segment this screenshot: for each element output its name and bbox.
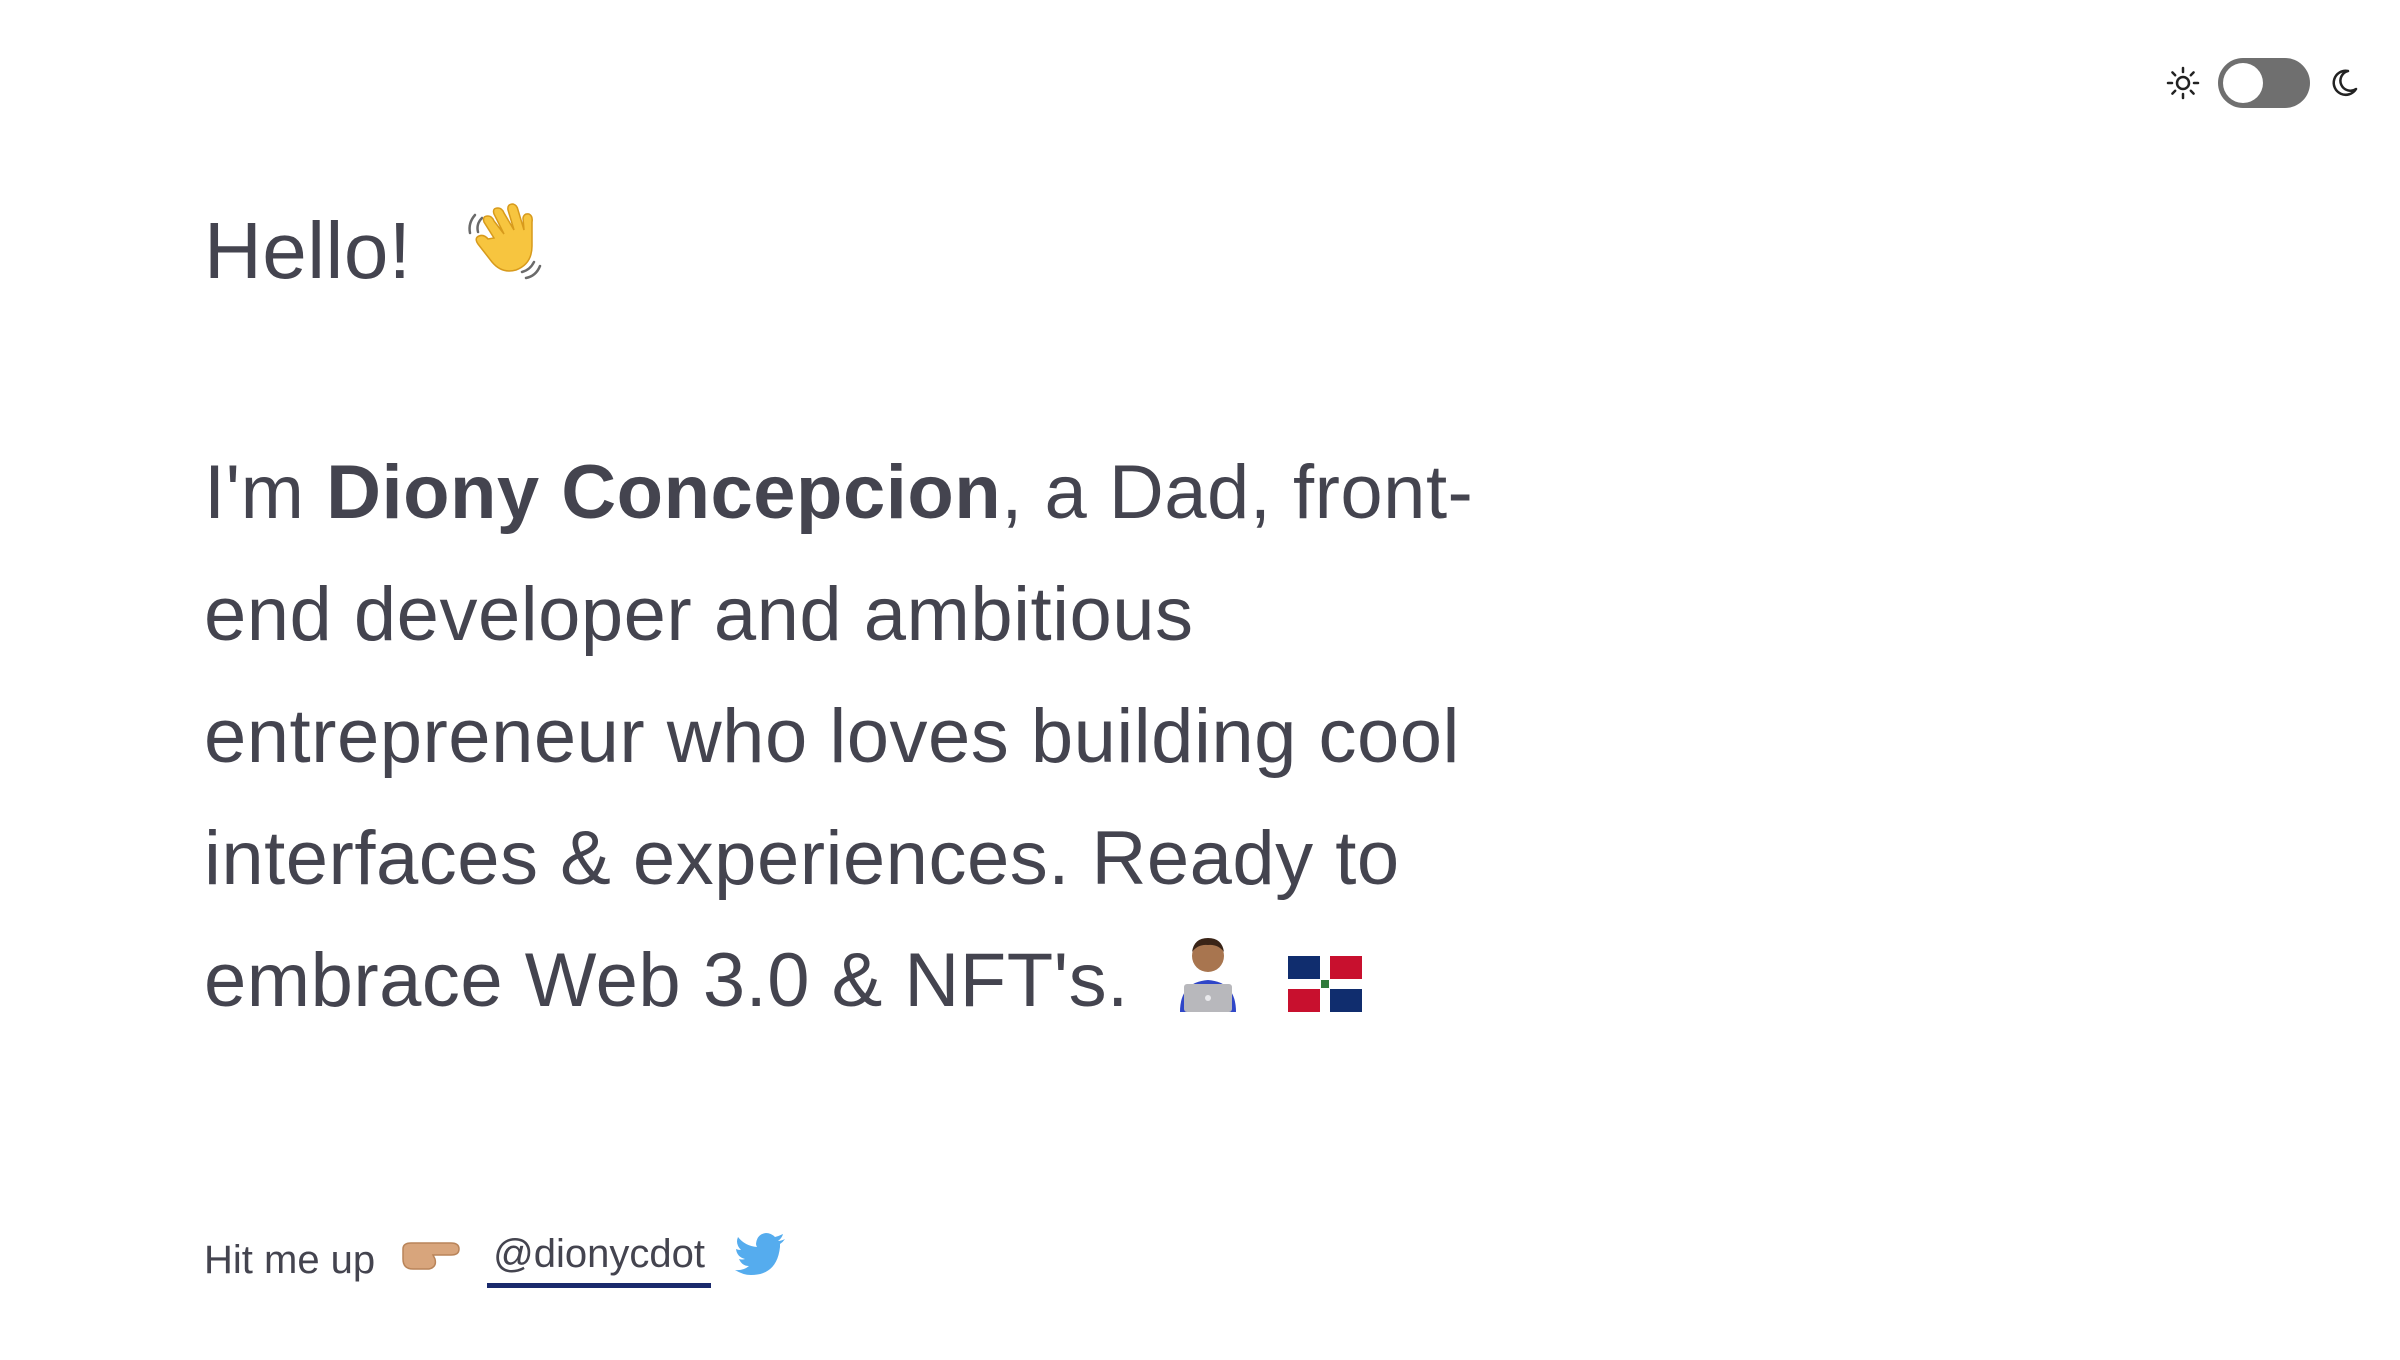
greeting-text: Hello! [204, 206, 412, 295]
contact-label: Hit me up [204, 1237, 376, 1282]
bio-name: Diony Concepcion [326, 450, 1002, 535]
twitter-handle-link[interactable]: @dionycdot [487, 1232, 712, 1288]
twitter-bird-icon[interactable] [735, 1233, 787, 1287]
bio-paragraph: I'm Diony Concepcion, a Dad, front- end … [204, 432, 1604, 1048]
moon-icon [2328, 67, 2360, 99]
theme-toggle[interactable] [2166, 58, 2360, 108]
waving-hand-emoji [464, 196, 550, 295]
bio-line-4: interfaces & experiences. Ready to [204, 816, 1400, 901]
theme-switch[interactable] [2218, 58, 2310, 108]
bio-line5-text: embrace Web 3.0 & NFT's. [204, 938, 1129, 1023]
bio-line-2: end developer and ambitious [204, 572, 1194, 657]
bio-line-1: I'm Diony Concepcion, a Dad, front- [204, 432, 1604, 554]
theme-switch-knob [2223, 63, 2263, 103]
bio-line1-rest: , a Dad, front- [1001, 450, 1474, 535]
bio-line-5: embrace Web 3.0 & NFT's. [204, 920, 1604, 1048]
sun-icon [2166, 66, 2200, 100]
man-technologist-emoji [1172, 926, 1244, 1048]
backhand-index-pointing-right-emoji [399, 1233, 463, 1287]
bio-line-3: entrepreneur who loves building cool [204, 694, 1460, 779]
contact-line: Hit me up @dionycdot [204, 1232, 787, 1288]
dominican-republic-flag-emoji [1288, 926, 1362, 1048]
greeting-heading: Hello! [204, 196, 550, 295]
bio-intro: I'm [204, 450, 327, 535]
